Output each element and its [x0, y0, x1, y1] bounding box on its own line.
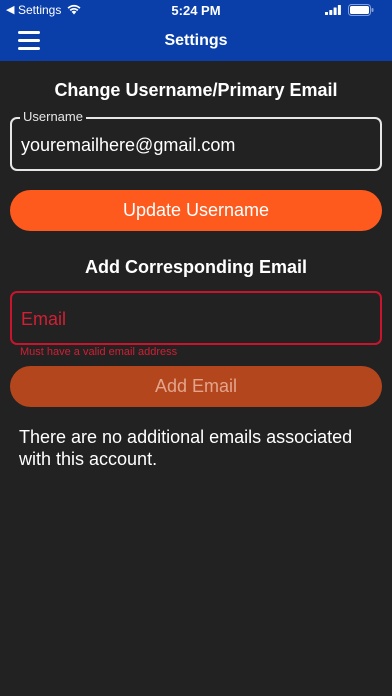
battery-icon — [348, 4, 374, 16]
username-field-value[interactable]: youremailhere@gmail.com — [21, 135, 235, 156]
change-username-heading: Change Username/Primary Email — [54, 80, 338, 100]
username-field-label: Username — [20, 109, 86, 124]
email-field[interactable]: Email — [10, 291, 382, 345]
email-error-text: Must have a valid email address — [20, 346, 178, 358]
top-bar: ◀ Settings 5:24 PM Settings — [0, 0, 392, 61]
add-email-heading: Add Corresponding Email — [84, 257, 307, 277]
nav-bar: Settings — [0, 22, 392, 61]
cellular-signal-icon — [325, 5, 341, 15]
no-emails-message: There are no additional emails associate… — [19, 427, 353, 469]
update-username-button[interactable]: Update Username — [10, 190, 382, 231]
page-title: Settings — [164, 32, 228, 49]
email-field-placeholder[interactable]: Email — [21, 309, 66, 330]
add-email-button[interactable]: Add Email — [10, 366, 382, 407]
status-bar: ◀ Settings 5:24 PM — [0, 0, 392, 22]
username-field[interactable]: Username youremailhere@gmail.com — [10, 109, 382, 171]
